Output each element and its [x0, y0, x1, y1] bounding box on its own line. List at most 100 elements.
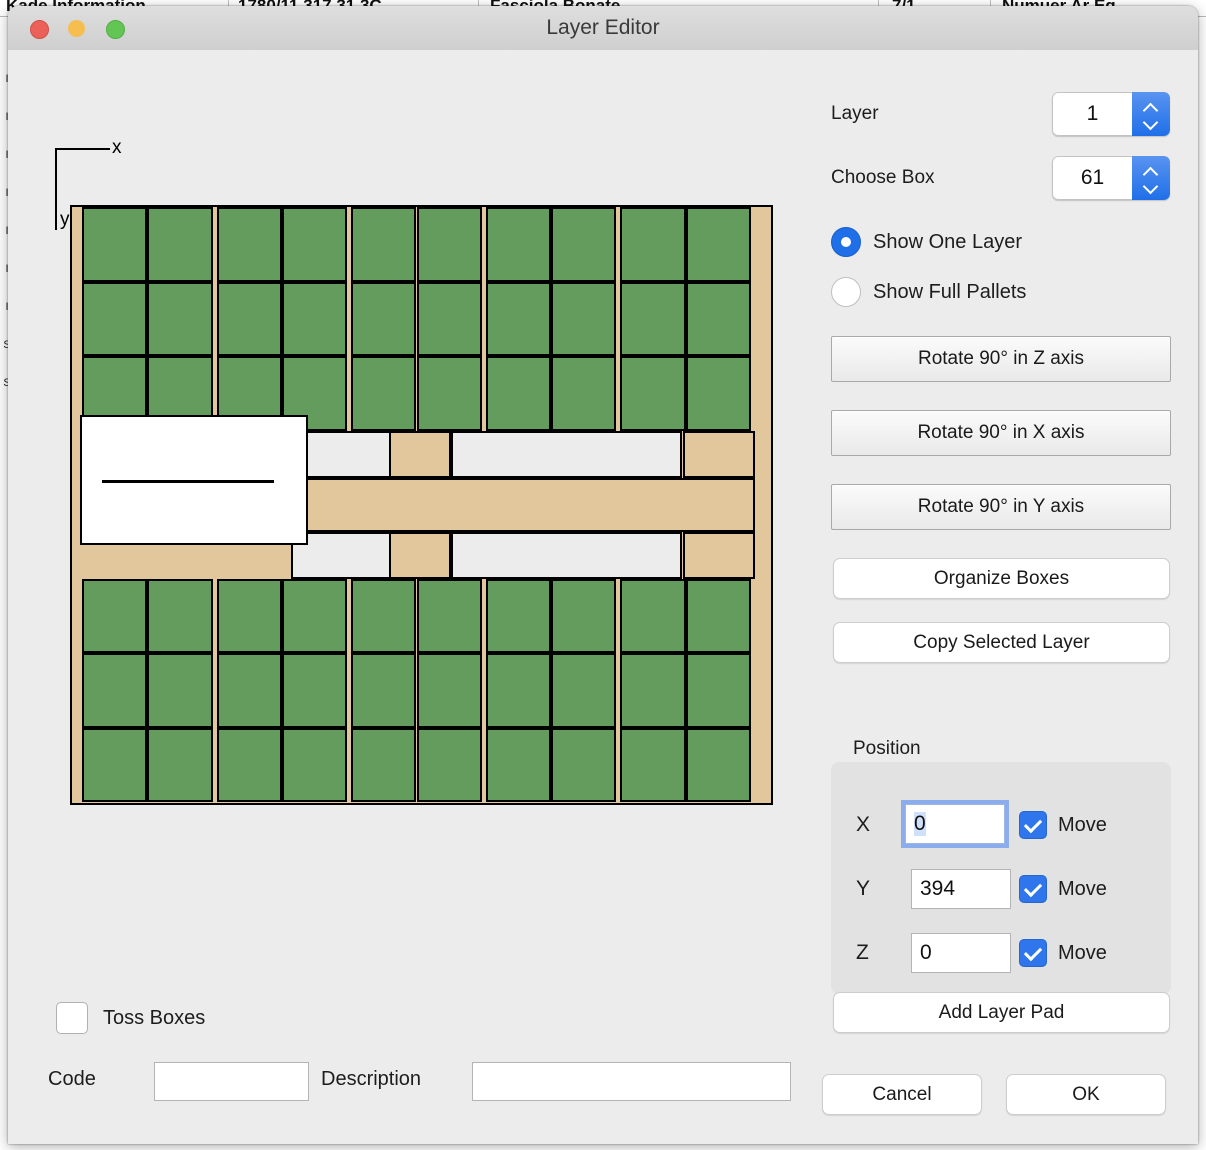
- organize-boxes-button[interactable]: Organize Boxes: [833, 558, 1170, 599]
- ok-button[interactable]: OK: [1006, 1074, 1166, 1115]
- axis-x-label: x: [112, 137, 122, 158]
- window-titlebar[interactable]: Layer Editor: [8, 6, 1198, 51]
- code-input[interactable]: [154, 1062, 309, 1101]
- pallet-box[interactable]: [620, 281, 686, 356]
- pallet-box[interactable]: [485, 653, 552, 728]
- pallet-box[interactable]: [551, 356, 617, 431]
- position-z-move-checkbox[interactable]: Move: [1019, 939, 1107, 967]
- pallet-box[interactable]: [416, 281, 482, 356]
- pallet-box[interactable]: [216, 653, 282, 728]
- pallet-box[interactable]: [216, 578, 282, 653]
- position-x-input[interactable]: 0: [901, 800, 1009, 848]
- chevron-down-icon[interactable]: [1144, 180, 1159, 188]
- pallet-box[interactable]: [147, 207, 213, 282]
- radio-show-full-pallets[interactable]: Show Full Pallets: [831, 277, 1026, 307]
- pallet-box[interactable]: [551, 207, 617, 282]
- radio-selected-icon[interactable]: [831, 227, 861, 257]
- pallet-box[interactable]: [351, 653, 417, 728]
- pallet-box[interactable]: [551, 653, 617, 728]
- choose-box-stepper[interactable]: 61: [1052, 156, 1170, 200]
- pallet-box[interactable]: [351, 207, 417, 282]
- checkbox-checked-icon[interactable]: [1019, 939, 1047, 967]
- pallet-stack[interactable]: [70, 205, 773, 805]
- position-z-label: Z: [856, 941, 869, 964]
- pallet-box[interactable]: [351, 281, 417, 356]
- pallet-box[interactable]: [685, 653, 751, 728]
- position-y-input[interactable]: 394: [911, 869, 1011, 909]
- pallet-layer-pad: [290, 477, 755, 532]
- pallet-box[interactable]: [485, 727, 552, 802]
- checkbox-checked-icon[interactable]: [1019, 811, 1047, 839]
- pallet-box[interactable]: [281, 653, 348, 728]
- pallet-box[interactable]: [485, 207, 552, 282]
- pallet-box[interactable]: [82, 727, 148, 802]
- pallet-box[interactable]: [147, 727, 213, 802]
- pallet-box[interactable]: [351, 578, 417, 653]
- pallet-box[interactable]: [147, 653, 213, 728]
- layer-stepper-arrows[interactable]: [1132, 92, 1170, 136]
- pallet-box[interactable]: [82, 281, 148, 356]
- pallet-box[interactable]: [551, 578, 617, 653]
- pallet-layout-canvas[interactable]: x y: [8, 50, 808, 950]
- pallet-box[interactable]: [147, 281, 213, 356]
- pallet-box[interactable]: [620, 578, 686, 653]
- pallet-box[interactable]: [416, 356, 482, 431]
- rotate-y-button[interactable]: Rotate 90° in Y axis: [831, 484, 1171, 530]
- pallet-box[interactable]: [82, 653, 148, 728]
- pallet-box[interactable]: [416, 207, 482, 282]
- pallet-box[interactable]: [551, 727, 617, 802]
- cancel-button[interactable]: Cancel: [822, 1074, 982, 1115]
- description-input[interactable]: [472, 1062, 791, 1101]
- layer-stepper[interactable]: 1: [1052, 92, 1170, 136]
- chevron-up-icon[interactable]: [1144, 104, 1159, 112]
- pallet-box[interactable]: [416, 727, 482, 802]
- pallet-box[interactable]: [485, 578, 552, 653]
- layer-value[interactable]: 1: [1052, 92, 1132, 136]
- pallet-box[interactable]: [620, 727, 686, 802]
- pallet-box[interactable]: [216, 281, 282, 356]
- pallet-box[interactable]: [416, 578, 482, 653]
- pallet-box[interactable]: [685, 281, 751, 356]
- pallet-box[interactable]: [485, 356, 552, 431]
- pallet-box[interactable]: [281, 281, 348, 356]
- position-y-move-checkbox[interactable]: Move: [1019, 875, 1107, 903]
- choose-box-stepper-arrows[interactable]: [1132, 156, 1170, 200]
- choose-box-value[interactable]: 61: [1052, 156, 1132, 200]
- toss-boxes-row[interactable]: Toss Boxes: [56, 1002, 205, 1034]
- pallet-box[interactable]: [281, 578, 348, 653]
- checkbox-checked-icon[interactable]: [1019, 875, 1047, 903]
- pallet-box[interactable]: [620, 653, 686, 728]
- add-layer-pad-button[interactable]: Add Layer Pad: [833, 992, 1170, 1033]
- pallet-pad-cell: [683, 531, 755, 579]
- pallet-box[interactable]: [82, 578, 148, 653]
- radio-show-one-layer[interactable]: Show One Layer: [831, 227, 1022, 257]
- chevron-down-icon[interactable]: [1144, 116, 1159, 124]
- pallet-box[interactable]: [82, 207, 148, 282]
- radio-show-full-pallets-label: Show Full Pallets: [873, 280, 1027, 303]
- pallet-box[interactable]: [281, 727, 348, 802]
- pallet-box[interactable]: [147, 578, 213, 653]
- pallet-box[interactable]: [620, 356, 686, 431]
- rotate-x-button[interactable]: Rotate 90° in X axis: [831, 410, 1171, 456]
- pallet-box[interactable]: [685, 356, 751, 431]
- pallet-box[interactable]: [551, 281, 617, 356]
- pallet-box[interactable]: [620, 207, 686, 282]
- pallet-box[interactable]: [216, 727, 282, 802]
- pallet-box[interactable]: [351, 727, 417, 802]
- pallet-box[interactable]: [685, 727, 751, 802]
- rotate-z-button[interactable]: Rotate 90° in Z axis: [831, 336, 1171, 382]
- radio-unselected-icon[interactable]: [831, 277, 861, 307]
- pallet-box[interactable]: [216, 207, 282, 282]
- position-x-move-checkbox[interactable]: Move: [1019, 811, 1107, 839]
- chevron-up-icon[interactable]: [1144, 168, 1159, 176]
- pallet-box[interactable]: [351, 356, 417, 431]
- copy-selected-layer-button[interactable]: Copy Selected Layer: [833, 622, 1170, 663]
- position-z-input[interactable]: 0: [911, 933, 1011, 973]
- pallet-box[interactable]: [281, 207, 348, 282]
- toss-boxes-checkbox[interactable]: [56, 1002, 88, 1034]
- pallet-box[interactable]: [685, 578, 751, 653]
- pallet-box[interactable]: [485, 281, 552, 356]
- pallet-box[interactable]: [416, 653, 482, 728]
- code-label: Code: [48, 1068, 96, 1090]
- pallet-box[interactable]: [685, 207, 751, 282]
